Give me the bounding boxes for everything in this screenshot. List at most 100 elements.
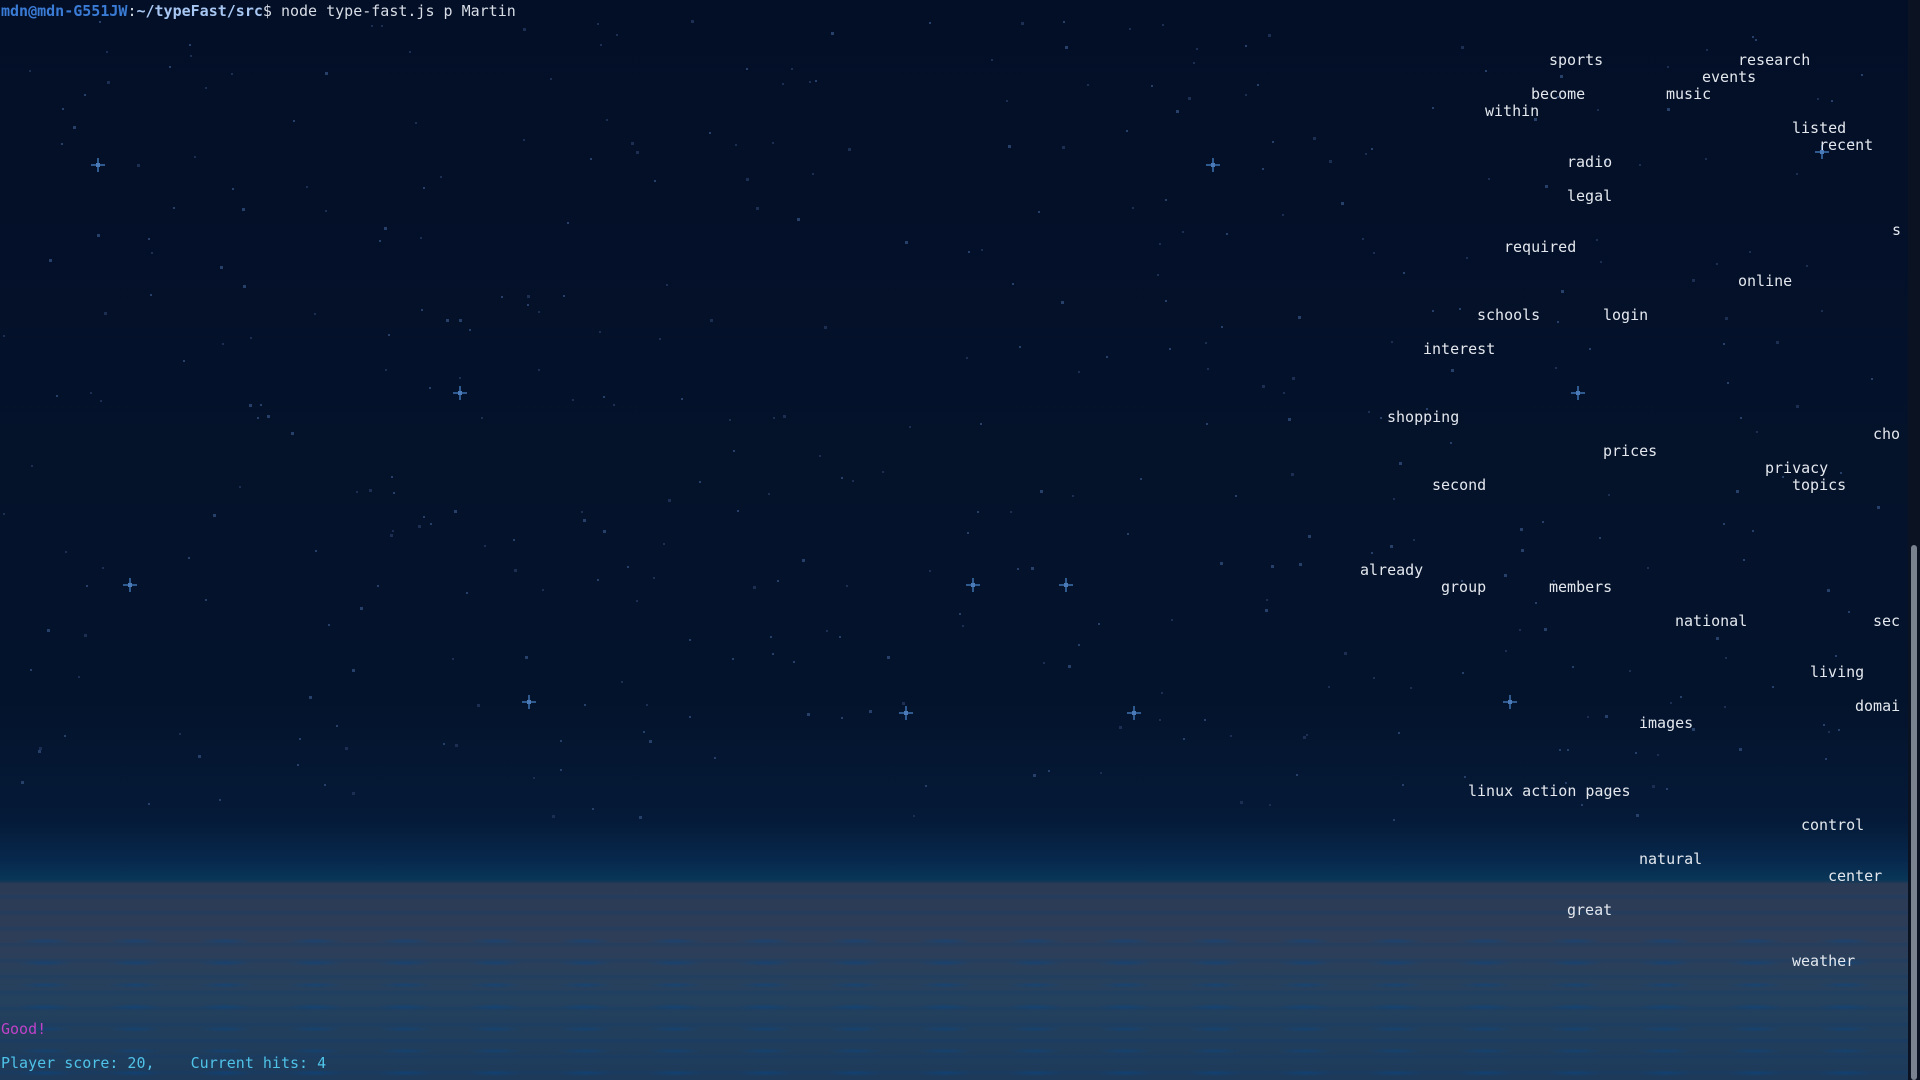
star — [668, 499, 671, 502]
star — [1065, 46, 1068, 49]
star — [1291, 473, 1294, 476]
star — [666, 284, 668, 286]
star — [654, 180, 656, 182]
star — [38, 750, 41, 753]
star — [560, 769, 562, 771]
star — [183, 360, 185, 362]
bright-star — [91, 158, 105, 172]
star — [782, 83, 784, 85]
star — [590, 158, 592, 160]
star — [852, 480, 854, 482]
star — [709, 132, 711, 134]
star — [1151, 85, 1153, 87]
star — [1283, 392, 1285, 394]
star — [653, 577, 655, 579]
star — [1299, 563, 1302, 566]
star — [967, 532, 969, 534]
star — [768, 493, 770, 495]
star — [137, 164, 140, 167]
star — [1245, 45, 1247, 47]
star — [1106, 356, 1108, 358]
star — [1545, 185, 1548, 188]
star — [173, 207, 175, 209]
star — [232, 188, 234, 190]
star — [905, 241, 908, 244]
score-line: Player score: 20, Current hits: 4 — [1, 1054, 327, 1072]
star — [1266, 599, 1268, 601]
star — [770, 636, 772, 638]
star-field — [3, 20, 1880, 821]
star — [1062, 146, 1065, 149]
falling-word: radio — [1567, 153, 1613, 171]
star — [1272, 141, 1274, 143]
star — [1043, 662, 1045, 664]
star — [1723, 343, 1725, 345]
star — [1393, 498, 1395, 500]
star — [1519, 629, 1521, 631]
star — [527, 295, 530, 298]
falling-word: online — [1738, 272, 1793, 290]
star — [1183, 738, 1185, 740]
star — [1680, 696, 1682, 698]
star — [393, 492, 395, 494]
star — [385, 369, 387, 371]
star — [39, 747, 42, 750]
star — [501, 296, 503, 298]
star — [756, 207, 759, 210]
star — [429, 387, 431, 389]
star — [606, 119, 608, 121]
star — [1119, 726, 1122, 729]
star — [1296, 774, 1298, 776]
star — [980, 423, 982, 425]
scrollbar-thumb[interactable] — [1911, 545, 1917, 1080]
star — [328, 624, 330, 626]
star — [1265, 609, 1268, 612]
star — [525, 656, 528, 659]
star — [1288, 418, 1291, 421]
star — [1504, 574, 1507, 577]
star — [1398, 732, 1400, 734]
bright-star — [966, 578, 980, 592]
star — [267, 415, 270, 418]
bright-star — [1206, 158, 1220, 172]
terminal-window[interactable]: mdn@mdn-G551JW:~/typeFast/src$ node type… — [0, 0, 1920, 1080]
star — [729, 419, 731, 421]
falling-word: shopping — [1387, 408, 1460, 426]
terminal-scrollbar[interactable] — [1908, 0, 1920, 1080]
falling-word: center — [1828, 867, 1883, 885]
star — [1848, 611, 1850, 613]
star — [1262, 385, 1265, 388]
star — [1220, 562, 1223, 565]
star — [1776, 341, 1779, 344]
star — [189, 44, 191, 46]
star — [1063, 21, 1065, 23]
star — [61, 143, 63, 145]
star — [29, 70, 31, 72]
star — [597, 23, 599, 25]
star — [1589, 348, 1591, 350]
star — [1544, 628, 1547, 631]
star — [1567, 749, 1569, 751]
star — [1559, 749, 1561, 751]
bright-star — [1059, 578, 1073, 592]
star — [325, 210, 327, 212]
star — [793, 661, 795, 663]
falling-word: weather — [1792, 952, 1856, 970]
star — [205, 599, 207, 601]
star — [1329, 160, 1332, 163]
star — [1313, 137, 1316, 140]
star — [538, 311, 540, 313]
star — [1716, 263, 1718, 265]
star — [371, 25, 373, 27]
star — [1861, 74, 1863, 76]
star — [1667, 66, 1669, 68]
star — [807, 713, 810, 716]
star — [1572, 666, 1574, 668]
star — [1221, 326, 1223, 328]
star — [646, 704, 648, 706]
star — [99, 21, 101, 23]
star — [841, 477, 843, 479]
star — [1723, 523, 1725, 525]
star — [1017, 568, 1019, 570]
star — [1636, 814, 1639, 817]
